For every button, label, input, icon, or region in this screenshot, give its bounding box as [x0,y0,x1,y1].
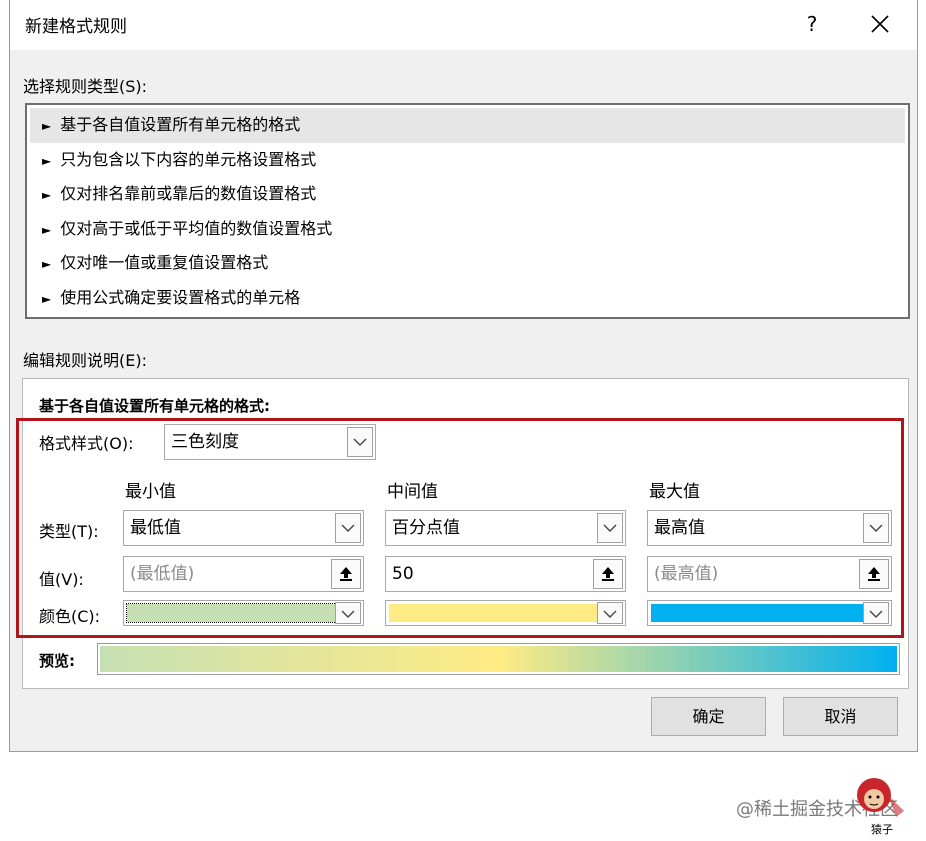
mid-type-select[interactable]: 百分点值 [385,510,626,546]
rule-type-item-above-below-average[interactable]: ► 仅对高于或低于平均值的数值设置格式 [30,212,905,247]
title-bar: 新建格式规则 ? [10,0,917,50]
rule-type-item-top-bottom[interactable]: ► 仅对排名靠前或靠后的数值设置格式 [30,177,905,212]
mid-color-picker[interactable] [385,600,626,626]
badge-label: 猿子 [871,823,893,836]
monkey-avatar: 猿子 [852,775,912,837]
close-button[interactable] [862,6,898,42]
min-color-picker[interactable] [123,600,364,626]
rule-type-item-formula[interactable]: ► 使用公式确定要设置格式的单元格 [30,281,905,316]
chevron-down-icon [341,524,355,532]
min-color-swatch [126,603,337,623]
mid-value-range-button[interactable] [593,559,623,589]
monkey-icon [857,778,904,817]
ok-button[interactable]: 确定 [651,697,766,736]
value-label: 值(V): [39,570,84,589]
edit-rule-label: 编辑规则说明(E): [23,351,147,370]
min-color-dropdown-button[interactable] [335,602,361,624]
play-arrow-icon: ► [42,188,52,202]
chevron-down-icon [603,524,617,532]
format-style-label: 格式样式(O): [39,434,134,453]
chevron-down-icon [353,438,367,446]
rule-type-item-each-value[interactable]: ► 基于各自值设置所有单元格的格式 [30,108,905,143]
min-type-select[interactable]: 最低值 [123,510,364,546]
color-label: 颜色(C): [39,607,101,626]
preview-label: 预览: [39,652,75,670]
mid-value-input[interactable]: 50 [385,556,626,592]
play-arrow-icon: ► [42,222,52,237]
preview-gradient-fill [100,646,897,672]
max-header: 最大值 [649,482,700,502]
rule-type-item-unique-duplicate[interactable]: ► 仅对唯一值或重复值设置格式 [30,246,905,281]
dialog-title: 新建格式规则 [25,17,127,37]
max-value-input[interactable]: (最高值) [647,556,892,592]
max-type-dropdown-button[interactable] [863,513,889,543]
rule-type-list[interactable]: ► 基于各自值设置所有单元格的格式 ► 只为包含以下内容的单元格设置格式 ► 仅对排名… [25,103,910,319]
min-value-input[interactable]: (最低值) [123,556,364,592]
close-icon [871,15,889,33]
format-style-dropdown-button[interactable] [347,427,373,457]
collapse-range-icon [602,567,614,581]
min-type-dropdown-button[interactable] [335,513,361,543]
preview-gradient-bar [97,643,900,675]
description-heading: 基于各自值设置所有单元格的格式: [39,397,271,415]
min-value-range-button[interactable] [331,559,361,589]
max-type-select[interactable]: 最高值 [647,510,892,546]
rule-description-panel: 基于各自值设置所有单元格的格式: 格式样式(O): 三色刻度 最小值 中间值 最… [16,378,909,689]
collapse-range-icon [340,567,352,581]
mid-header: 中间值 [387,482,438,502]
new-format-rule-dialog: 新建格式规则 ? 选择规则类型(S): ► 基于各自值设置所有单元格的格式 ► 只为… [9,0,918,752]
format-style-select[interactable]: 三色刻度 [164,424,376,460]
help-button[interactable]: ? [794,6,830,42]
collapse-range-icon [868,567,880,581]
max-value-range-button[interactable] [859,559,889,589]
play-arrow-icon: ► [42,119,52,133]
play-arrow-icon: ► [42,257,52,271]
mid-color-swatch [389,604,598,622]
max-color-swatch [651,604,864,622]
min-header: 最小值 [125,482,176,502]
mid-color-dropdown-button[interactable] [597,602,623,624]
chevron-down-icon [341,610,355,618]
rule-type-item-contains[interactable]: ► 只为包含以下内容的单元格设置格式 [30,143,905,178]
rule-type-label: 选择规则类型(S): [23,77,148,96]
chevron-down-icon [603,610,617,618]
type-label: 类型(T): [39,522,99,541]
chevron-down-icon [869,524,883,532]
mid-type-dropdown-button[interactable] [597,513,623,543]
max-color-picker[interactable] [647,600,892,626]
max-color-dropdown-button[interactable] [863,602,889,624]
play-arrow-icon: ► [42,153,52,168]
cancel-button[interactable]: 取消 [783,697,898,736]
chevron-down-icon [869,610,883,618]
play-arrow-icon: ► [42,291,52,306]
